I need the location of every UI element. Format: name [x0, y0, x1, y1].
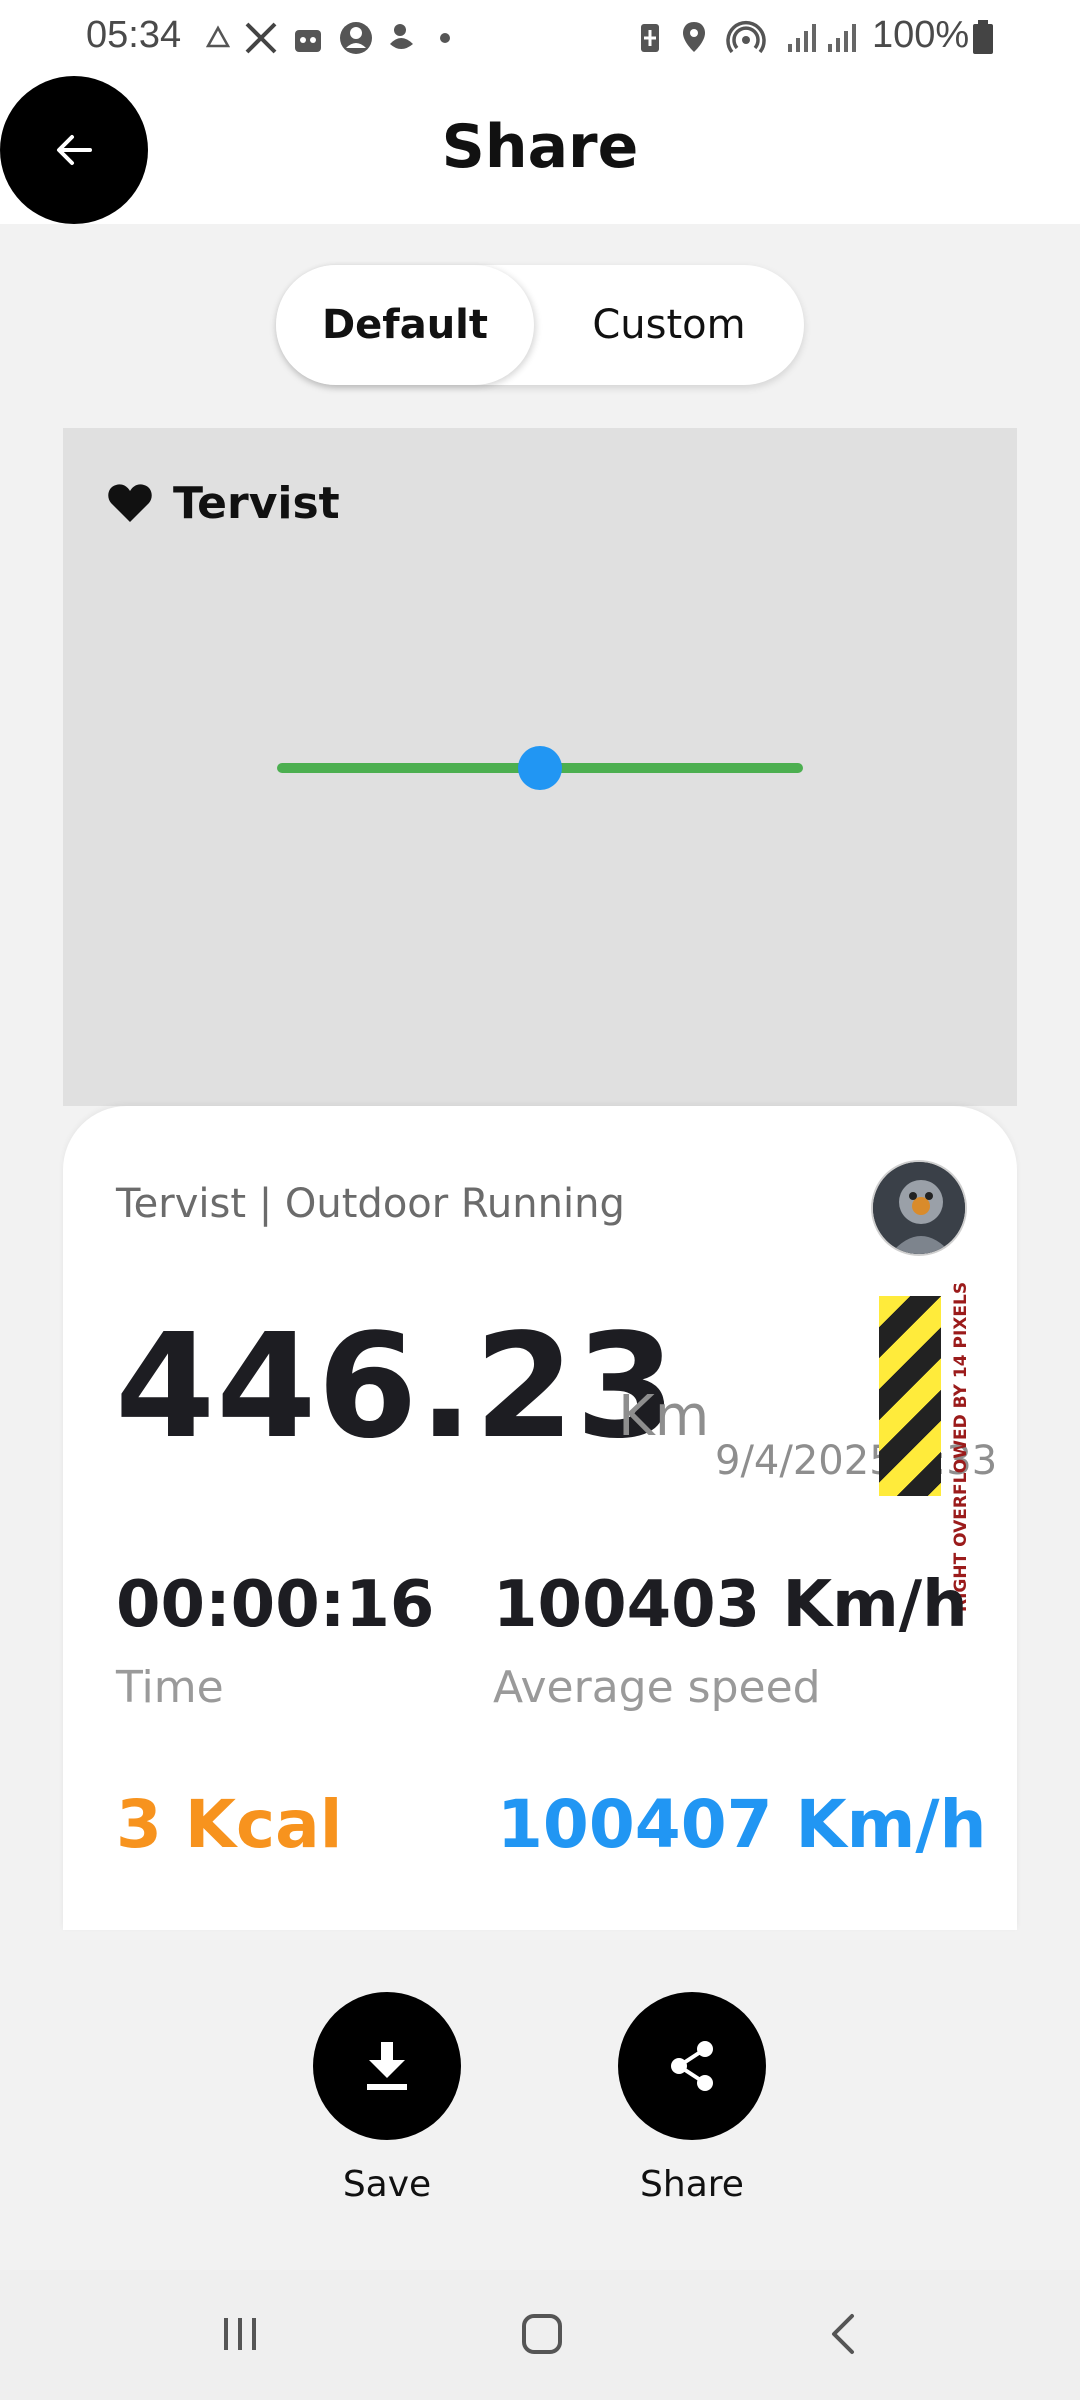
- time-label: Time: [116, 1662, 224, 1713]
- x-icon: [245, 22, 277, 54]
- battery-icon: [973, 20, 993, 54]
- dot-icon: [440, 33, 450, 43]
- calories-value: 3 Kcal: [116, 1786, 343, 1863]
- overflow-warning-text: RIGHT OVERFLOWED BY 14 PIXELS: [951, 1281, 971, 1612]
- time-value: 00:00:16: [116, 1568, 435, 1642]
- download-icon: [367, 2042, 407, 2090]
- signal-icon: [828, 24, 856, 52]
- account-icon: [340, 22, 372, 54]
- average-speed-label: Average speed: [493, 1662, 821, 1713]
- distance-unit: Km: [618, 1384, 710, 1449]
- avatar[interactable]: [871, 1160, 967, 1256]
- tab-custom[interactable]: Custom: [534, 265, 804, 385]
- recents-button[interactable]: [200, 2304, 280, 2364]
- recents-icon: [224, 2318, 256, 2350]
- share-button[interactable]: [618, 1992, 766, 2140]
- battery-saver-icon: [641, 24, 659, 52]
- signal-icon: [788, 24, 816, 52]
- duck-icon: [390, 24, 413, 49]
- share-label: Share: [640, 2164, 744, 2205]
- heart-icon: [108, 484, 152, 522]
- status-time: 05:34: [86, 14, 182, 56]
- home-icon: [522, 2314, 562, 2354]
- view-mode-toggle: Default Custom: [276, 265, 804, 385]
- bag-icon: [295, 30, 321, 52]
- page-title: Share: [441, 112, 639, 182]
- app-header: Share: [0, 76, 1080, 224]
- warning-icon: [206, 25, 230, 48]
- route-map-preview: Tervist: [63, 428, 1017, 1106]
- tab-default[interactable]: Default: [276, 265, 534, 385]
- overflow-warning-stripes: [879, 1296, 941, 1496]
- route-position-marker: [518, 746, 562, 790]
- location-icon: [683, 22, 705, 52]
- save-label: Save: [342, 2164, 432, 2205]
- battery-percentage: 100%: [872, 14, 970, 56]
- activity-title: Tervist | Outdoor Running: [116, 1181, 625, 1227]
- share-icon: [671, 2041, 713, 2091]
- home-button[interactable]: [502, 2304, 582, 2364]
- save-button[interactable]: [313, 1992, 461, 2140]
- avatar-image: [873, 1162, 965, 1254]
- activity-stats-card: Tervist | Outdoor Running 446.23 Km 9/4/…: [63, 1106, 1017, 1930]
- back-icon: [832, 2314, 854, 2354]
- system-navigation-bar: [0, 2270, 1080, 2400]
- max-speed-value: 100407 Km/h: [497, 1786, 987, 1863]
- status-bar: 05:34 100%: [0, 0, 1080, 78]
- brand-name: Tervist: [173, 478, 340, 529]
- back-nav-button[interactable]: [804, 2304, 884, 2364]
- hotspot-icon: [726, 21, 766, 54]
- average-speed-value: 100403 Km/h: [493, 1568, 968, 1642]
- distance-value: 446.23: [115, 1302, 677, 1470]
